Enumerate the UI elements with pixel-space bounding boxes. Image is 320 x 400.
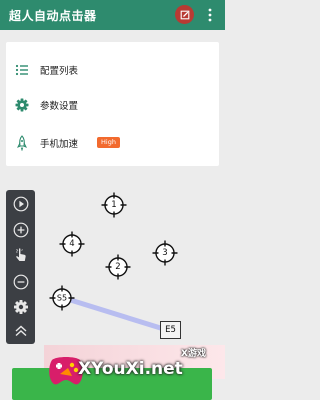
high-badge: High (97, 137, 120, 148)
menu-item-phone-boost[interactable]: 手机加速 High (6, 127, 219, 159)
target-label: S5 (57, 294, 67, 303)
add-icon (13, 222, 28, 237)
click-target-1[interactable]: 1 (100, 191, 128, 219)
more-options-button[interactable] (203, 4, 217, 26)
click-target-3[interactable]: 3 (151, 239, 179, 267)
menu-item-label: 配置列表 (40, 66, 79, 77)
edit-icon (180, 10, 189, 19)
swipe-path (61, 295, 170, 333)
target-label: 2 (115, 262, 120, 272)
list-icon (15, 64, 28, 76)
app-bar: 超人自动点击器 (0, 0, 225, 30)
click-target-4[interactable]: 4 (58, 230, 86, 258)
remove-target-button[interactable] (11, 272, 30, 291)
edit-button[interactable] (175, 5, 194, 24)
swipe-start-target-s5[interactable]: S5 (48, 284, 76, 312)
menu-item-label: 手机加速 (40, 139, 79, 150)
add-target-button[interactable] (11, 220, 30, 239)
gear-icon (15, 98, 29, 112)
gear-icon (13, 299, 28, 314)
floating-toolbar (6, 190, 35, 344)
target-label: 3 (162, 248, 167, 258)
watermark-site: XYouXi.net (78, 359, 183, 379)
remove-icon (13, 274, 28, 289)
menu-item-label: 参数设置 (40, 101, 79, 112)
watermark-name: X游戏 (181, 349, 206, 359)
app-title: 超人自动点击器 (9, 9, 97, 23)
target-label: 4 (69, 239, 74, 249)
swipe-end-target-e5[interactable]: E5 (160, 321, 181, 339)
menu-item-config-list[interactable]: 配置列表 (6, 54, 219, 86)
rocket-icon (16, 135, 28, 151)
toolbar-settings-button[interactable] (11, 297, 30, 316)
collapse-toolbar-button[interactable] (11, 321, 30, 340)
gesture-button[interactable] (11, 245, 30, 264)
target-label: 1 (111, 200, 116, 210)
play-icon (13, 196, 28, 211)
menu-card: 配置列表 参数设置 手机加速 High (6, 42, 219, 166)
click-target-2[interactable]: 2 (104, 253, 132, 281)
pointer-hand-icon (15, 247, 26, 261)
menu-item-settings[interactable]: 参数设置 (6, 89, 219, 121)
target-label: E5 (165, 325, 176, 335)
collapse-up-icon (15, 325, 26, 336)
more-vert-icon (208, 8, 212, 22)
play-button[interactable] (11, 194, 30, 213)
